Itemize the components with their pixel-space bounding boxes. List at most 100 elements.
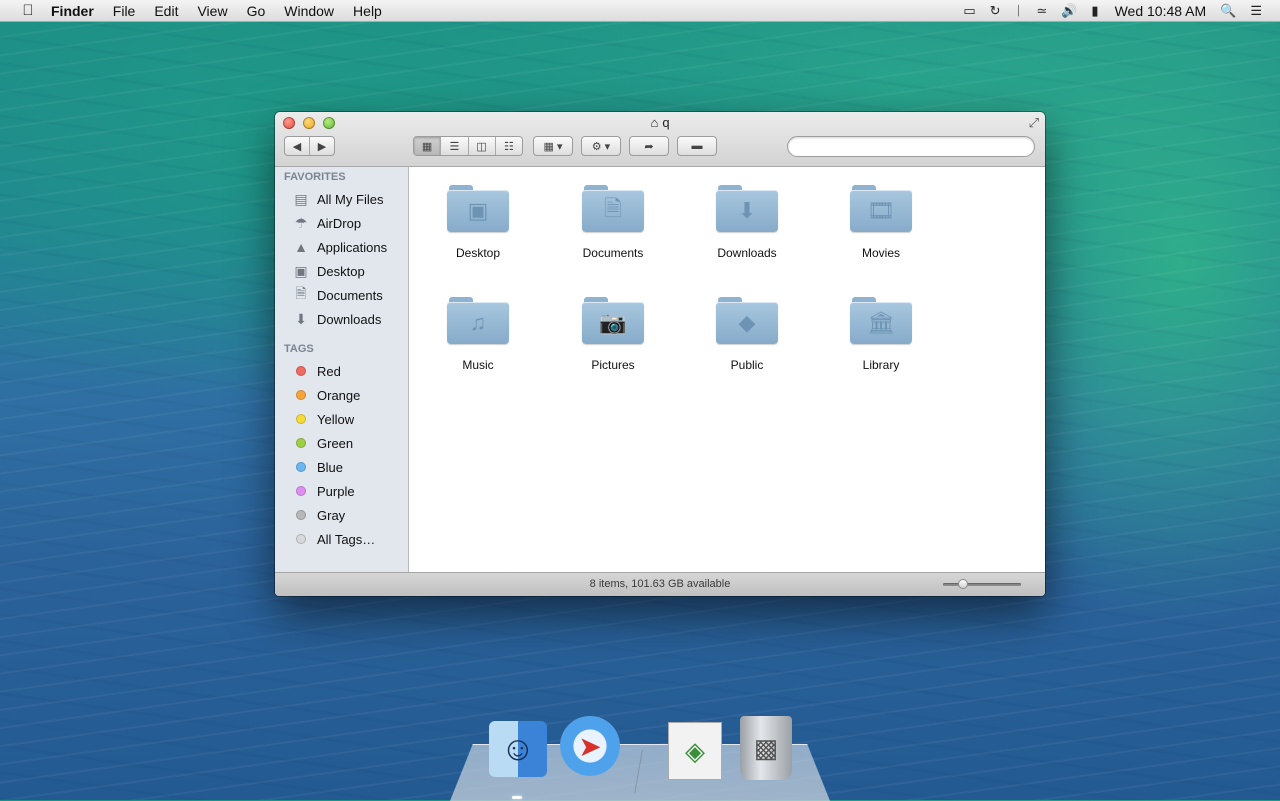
sidebar-item-label: Purple [317, 483, 355, 499]
file-label: Public [730, 358, 764, 372]
tag-color-dot [296, 486, 306, 496]
sidebar-tag-gray[interactable]: Gray [275, 503, 408, 527]
sidebar-tag-all-tags[interactable]: All Tags… [275, 527, 408, 551]
tag-color-dot [296, 366, 306, 376]
sidebar-tag-purple[interactable]: Purple [275, 479, 408, 503]
icon-view-button[interactable]: ▦ [414, 137, 442, 155]
wifi-icon[interactable]: ≃ [1036, 3, 1047, 19]
trash-icon[interactable]: ▩ [740, 716, 792, 780]
sidebar-tag-green[interactable]: Green [275, 431, 408, 455]
menu-view[interactable]: View [197, 3, 227, 19]
arrange-button[interactable]: ▦ ▾ [533, 136, 573, 156]
sidebar-item-label: AirDrop [317, 215, 362, 231]
status-text: 8 items, 101.63 GB available [589, 578, 731, 590]
sidebar-tag-yellow[interactable]: Yellow [275, 407, 408, 431]
movies-folder-icon: 🎞 [850, 183, 912, 233]
arrange-icon: ▦ ▾ [543, 140, 563, 153]
apple-menu-icon[interactable]:  [19, 2, 37, 19]
column-view-button[interactable]: ◫ [469, 137, 496, 155]
desktop-folder-icon: ▣ [447, 183, 509, 233]
sidebar-item-label: Red [317, 363, 341, 379]
safari-icon[interactable]: ➤ [560, 716, 620, 776]
fullscreen-icon[interactable]: ⤢ [1029, 115, 1039, 131]
file-label: Documents [582, 246, 644, 260]
sidebar-item-label: Desktop [317, 263, 365, 279]
back-button[interactable]: ◀ [285, 137, 310, 155]
sidebar-item-label: Documents [317, 287, 383, 303]
sidebar-item-desktop[interactable]: ▣ Desktop [275, 259, 408, 283]
icon-size-slider-track[interactable] [943, 583, 1021, 586]
sidebar-item-label: Downloads [317, 311, 382, 327]
spotlight-search-icon[interactable]: 🔍 [1220, 3, 1236, 19]
menu-clock[interactable]: Wed 10:48 AM [1115, 3, 1207, 19]
airplay-icon[interactable]: ▭ [963, 3, 975, 19]
file-label: Movies [861, 246, 900, 260]
sidebar-item-airdrop[interactable]: ☂ AirDrop [275, 211, 408, 235]
menu-edit[interactable]: Edit [154, 3, 178, 19]
window-title-text: q [662, 115, 670, 130]
search-input[interactable] [787, 136, 1035, 157]
folder-public[interactable]: ◆ Public [687, 295, 807, 372]
tag-icon: ▬ [691, 140, 703, 152]
pictures-folder-icon: 📷 [582, 295, 644, 345]
forward-button[interactable]: ▶ [310, 137, 334, 155]
tag-color-dot [296, 534, 306, 544]
icon-size-slider-knob[interactable] [957, 579, 968, 589]
music-folder-icon: ♫ [447, 295, 509, 345]
folder-movies[interactable]: 🎞 Movies [821, 183, 941, 260]
documents-folder-icon: 🗎 [582, 183, 644, 233]
folder-desktop[interactable]: ▣ Desktop [418, 183, 538, 260]
sidebar-item-documents[interactable]: 🗎 Documents [275, 283, 408, 307]
window-titlebar[interactable]: ⌂q ⤢ ◀ ▶ ▦ ☰ ◫ ☷ ▦ ▾ ⚙ ▾ ➦ ▬ 🔍 [275, 112, 1045, 167]
airdrop-icon: ☂ [294, 214, 308, 231]
menu-file[interactable]: File [113, 3, 136, 19]
file-label: Downloads [717, 246, 777, 260]
folder-downloads[interactable]: ⬇ Downloads [687, 183, 807, 260]
library-folder-icon: 🏛 [850, 295, 912, 345]
sidebar-tag-orange[interactable]: Orange [275, 383, 408, 407]
file-label: Pictures [591, 358, 635, 372]
sidebar-tag-blue[interactable]: Blue [275, 455, 408, 479]
action-button[interactable]: ⚙ ▾ [581, 136, 621, 156]
tag-color-dot [296, 390, 306, 400]
tag-color-dot [296, 462, 306, 472]
finder-running-indicator [512, 796, 522, 799]
notification-center-icon[interactable]: ☰ [1250, 3, 1262, 19]
folder-music[interactable]: ♫ Music [418, 295, 538, 372]
sidebar: FAVORITES ▤ All My Files ☂ AirDrop ▲ App… [275, 167, 409, 572]
finder-icon[interactable]: ☺ [489, 721, 547, 777]
menu-window[interactable]: Window [284, 3, 334, 19]
sidebar-header-favorites: FAVORITES [284, 171, 346, 183]
sidebar-item-label: Applications [317, 239, 388, 255]
sidebar-item-label: Green [317, 435, 354, 451]
volume-icon[interactable]: 🔊 [1061, 3, 1077, 19]
view-mode-control: ▦ ☰ ◫ ☷ [413, 136, 523, 156]
file-label: Desktop [455, 246, 501, 260]
status-bar: 8 items, 101.63 GB available [275, 572, 1045, 596]
folder-documents[interactable]: 🗎 Documents [553, 183, 673, 260]
cover-flow-button[interactable]: ☷ [496, 137, 522, 155]
menu-help[interactable]: Help [353, 3, 382, 19]
desktop-icon: ▣ [294, 262, 308, 279]
menu-finder[interactable]: Finder [51, 3, 94, 19]
sidebar-item-applications[interactable]: ▲ Applications [275, 235, 408, 259]
tag-color-dot [296, 438, 306, 448]
bluetooth-icon[interactable]: ᛁ [1015, 3, 1023, 18]
menu-bar:  Finder File Edit View Go Window Help ▭… [0, 0, 1280, 22]
sidebar-item-all-my-files[interactable]: ▤ All My Files [275, 187, 408, 211]
sidebar-item-downloads[interactable]: ⬇ Downloads [275, 307, 408, 331]
public-folder-icon: ◆ [716, 295, 778, 345]
tag-color-dot [296, 414, 306, 424]
folder-library[interactable]: 🏛 Library [821, 295, 941, 372]
share-button[interactable]: ➦ [629, 136, 669, 156]
sidebar-tag-red[interactable]: Red [275, 359, 408, 383]
sidebar-item-label: All Tags… [317, 531, 376, 547]
sidebar-item-label: Orange [317, 387, 361, 403]
preview-icon[interactable]: ◈ [668, 722, 722, 780]
folder-pictures[interactable]: 📷 Pictures [553, 295, 673, 372]
battery-icon[interactable]: ▮ [1091, 3, 1098, 19]
list-view-button[interactable]: ☰ [441, 137, 469, 155]
edit-tags-button[interactable]: ▬ [677, 136, 717, 156]
time-machine-icon[interactable]: ↻ [990, 3, 1001, 19]
menu-go[interactable]: Go [247, 3, 266, 19]
